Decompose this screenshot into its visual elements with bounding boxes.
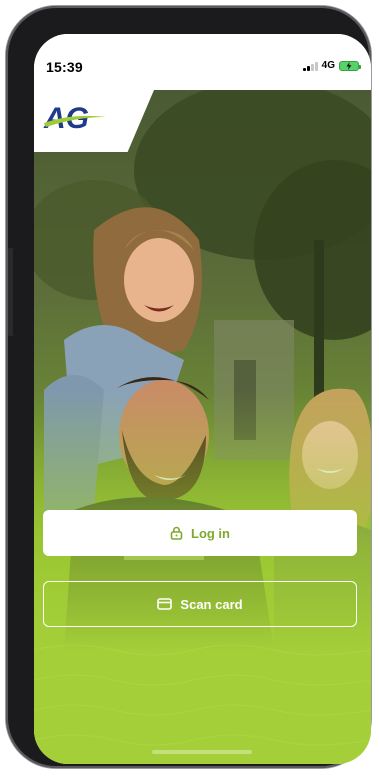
ag-logo: AG bbox=[43, 102, 106, 135]
phone-frame: 15:39 4G AG Log in Scan card bbox=[6, 6, 371, 768]
family-photo bbox=[34, 90, 371, 764]
status-indicators: 4G bbox=[302, 60, 361, 71]
app-screen: 15:39 4G AG Log in Scan card bbox=[34, 34, 371, 764]
scan-card-button-label: Scan card bbox=[180, 596, 243, 612]
card-icon bbox=[157, 598, 173, 610]
network-type: 4G bbox=[321, 60, 335, 71]
phone-side-button bbox=[8, 248, 13, 336]
login-button-label: Log in bbox=[191, 525, 230, 541]
home-indicator[interactable] bbox=[152, 750, 252, 754]
status-bar: 15:39 4G bbox=[34, 34, 371, 90]
signal-icon bbox=[302, 61, 318, 71]
scan-card-button[interactable]: Scan card bbox=[43, 581, 357, 627]
status-time: 15:39 bbox=[46, 59, 83, 75]
hero-background bbox=[34, 90, 371, 764]
login-button[interactable]: Log in bbox=[43, 510, 357, 556]
battery-charging-icon bbox=[339, 60, 361, 71]
lock-icon bbox=[170, 526, 183, 540]
